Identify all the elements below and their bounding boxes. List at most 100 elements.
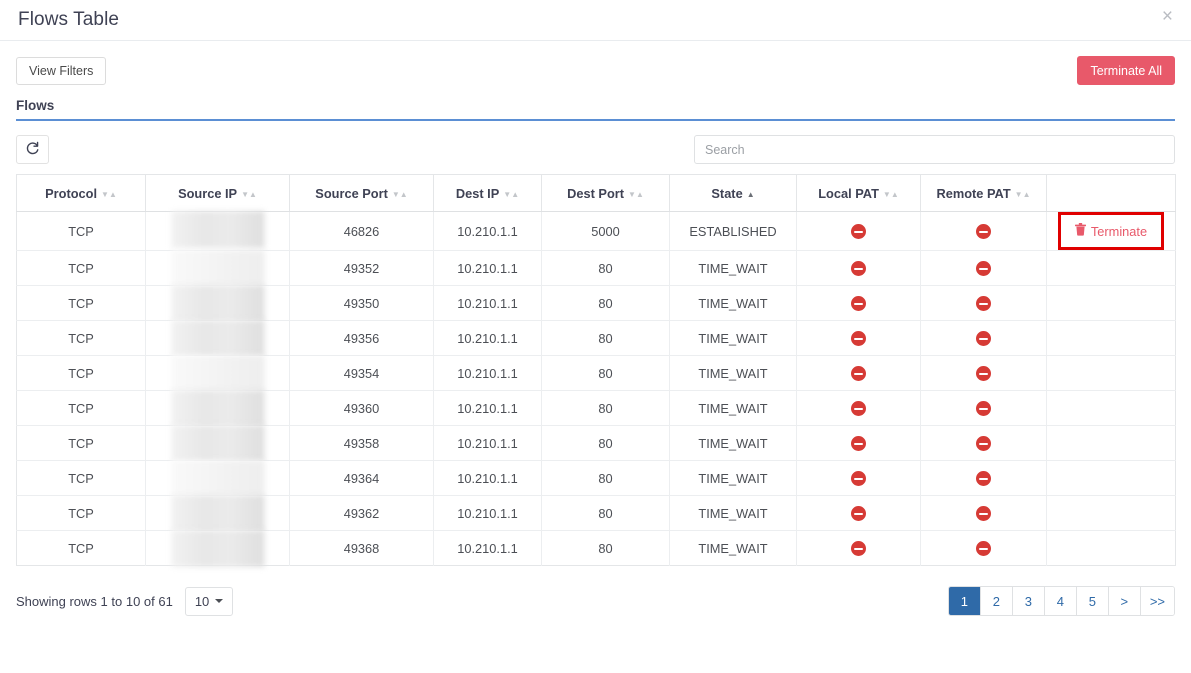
page-button-5[interactable]: 5 bbox=[1076, 587, 1109, 615]
cell-state: TIME_WAIT bbox=[669, 425, 797, 461]
cell-dest-port: 80 bbox=[541, 355, 670, 391]
cell-dest-port: 80 bbox=[541, 425, 670, 461]
trash-icon bbox=[1074, 223, 1086, 239]
column-header-label: State bbox=[711, 185, 743, 201]
cell-local-pat bbox=[796, 425, 921, 461]
cell-source-ip-redacted bbox=[145, 250, 290, 287]
column-header-protocol[interactable]: Protocol ▼▲ bbox=[16, 174, 146, 212]
cell-action bbox=[1046, 425, 1176, 461]
cell-protocol: TCP bbox=[16, 530, 146, 566]
ban-icon bbox=[851, 401, 866, 417]
column-header-dest-ip[interactable]: Dest IP ▼▲ bbox=[433, 174, 542, 212]
cell-local-pat bbox=[796, 390, 921, 426]
modal-body: View Filters Terminate All Flows Search … bbox=[0, 41, 1191, 616]
column-header-state[interactable]: State ▲ bbox=[669, 174, 797, 212]
table-row[interactable]: TCP 49350 10.210.1.1 80 TIME_WAIT bbox=[16, 285, 1176, 322]
cell-protocol: TCP bbox=[16, 211, 146, 251]
redaction-blur bbox=[171, 530, 264, 567]
cell-local-pat bbox=[796, 250, 921, 286]
cell-local-pat bbox=[796, 530, 921, 566]
sort-indicator-active: ▲ bbox=[746, 189, 755, 199]
column-header-label: Protocol bbox=[45, 185, 98, 201]
view-filters-button[interactable]: View Filters bbox=[16, 57, 107, 85]
redaction-blur bbox=[171, 460, 264, 497]
search-input[interactable] bbox=[694, 135, 1175, 164]
column-header-dest-port[interactable]: Dest Port ▼▲ bbox=[541, 174, 670, 212]
cell-protocol: TCP bbox=[16, 390, 146, 426]
cell-action bbox=[1046, 390, 1176, 426]
sort-indicator: ▼▲ bbox=[241, 189, 257, 199]
page-button-4[interactable]: 4 bbox=[1044, 587, 1077, 615]
cell-dest-port: 80 bbox=[541, 390, 670, 426]
cell-source-ip-redacted bbox=[145, 390, 290, 427]
column-header-remote-pat[interactable]: Remote PAT ▼▲ bbox=[920, 174, 1047, 212]
cell-action bbox=[1046, 355, 1176, 391]
cell-dest-ip: 10.210.1.1 bbox=[433, 250, 542, 286]
refresh-icon bbox=[25, 141, 40, 159]
cell-remote-pat bbox=[920, 390, 1047, 426]
cell-state: TIME_WAIT bbox=[669, 250, 797, 286]
page-button-nextnext[interactable]: >> bbox=[1140, 587, 1174, 615]
cell-dest-ip: 10.210.1.1 bbox=[433, 390, 542, 426]
cell-state: TIME_WAIT bbox=[669, 320, 797, 356]
column-header-local-pat[interactable]: Local PAT ▼▲ bbox=[796, 174, 921, 212]
table-row[interactable]: TCP 49354 10.210.1.1 80 TIME_WAIT bbox=[16, 355, 1176, 392]
cell-dest-ip: 10.210.1.1 bbox=[433, 320, 542, 356]
ban-icon bbox=[976, 541, 991, 557]
column-header-label: Source IP bbox=[178, 185, 238, 201]
cell-source-ip-redacted bbox=[145, 460, 290, 497]
column-header-label: Remote PAT bbox=[936, 185, 1011, 201]
cell-dest-ip: 10.210.1.1 bbox=[433, 355, 542, 391]
page-button-3[interactable]: 3 bbox=[1012, 587, 1045, 615]
terminate-row-button[interactable]: Terminate bbox=[1074, 223, 1147, 239]
cell-source-port: 49354 bbox=[289, 355, 434, 391]
table-row[interactable]: TCP 49352 10.210.1.1 80 TIME_WAIT bbox=[16, 250, 1176, 287]
ban-icon bbox=[976, 366, 991, 382]
cell-action bbox=[1046, 285, 1176, 321]
cell-dest-port: 80 bbox=[541, 250, 670, 286]
redaction-blur bbox=[171, 425, 264, 462]
table-row[interactable]: TCP 49368 10.210.1.1 80 TIME_WAIT bbox=[16, 530, 1176, 567]
ban-icon bbox=[851, 224, 866, 240]
redaction-blur bbox=[171, 285, 264, 322]
close-icon[interactable]: × bbox=[1158, 5, 1177, 28]
terminate-all-button[interactable]: Terminate All bbox=[1077, 56, 1175, 85]
table-row[interactable]: TCP 49360 10.210.1.1 80 TIME_WAIT bbox=[16, 390, 1176, 427]
ban-icon bbox=[851, 366, 866, 382]
cell-action bbox=[1046, 460, 1176, 496]
table-row[interactable]: TCP 49364 10.210.1.1 80 TIME_WAIT bbox=[16, 460, 1176, 497]
tab-flows[interactable]: Flows bbox=[16, 98, 54, 119]
cell-remote-pat bbox=[920, 355, 1047, 391]
redaction-blur bbox=[171, 355, 264, 392]
redaction-blur bbox=[171, 320, 264, 357]
table-row[interactable]: TCP 49358 10.210.1.1 80 TIME_WAIT bbox=[16, 425, 1176, 462]
cell-source-port: 49352 bbox=[289, 250, 434, 286]
ban-icon bbox=[851, 506, 866, 522]
page-size-value: 10 bbox=[194, 593, 210, 609]
column-header-source-port[interactable]: Source Port ▼▲ bbox=[289, 174, 434, 212]
page-size-select[interactable]: 10 bbox=[184, 586, 234, 616]
page-button-1[interactable]: 1 bbox=[948, 587, 981, 615]
column-header-source-ip[interactable]: Source IP ▼▲ bbox=[145, 174, 290, 212]
cell-source-port: 49368 bbox=[289, 530, 434, 566]
ban-icon bbox=[976, 506, 991, 522]
sort-indicator: ▼▲ bbox=[391, 189, 408, 199]
cell-source-port: 49358 bbox=[289, 425, 434, 461]
table-row[interactable]: TCP 49362 10.210.1.1 80 TIME_WAIT bbox=[16, 495, 1176, 532]
cell-source-port: 49364 bbox=[289, 460, 434, 496]
column-header-label: Source Port bbox=[315, 185, 388, 201]
cell-local-pat bbox=[796, 285, 921, 321]
ban-icon bbox=[976, 436, 991, 452]
cell-action: Terminate bbox=[1046, 211, 1176, 251]
page-button-next[interactable]: > bbox=[1108, 587, 1141, 615]
cell-action bbox=[1046, 320, 1176, 356]
table-row[interactable]: TCP 49356 10.210.1.1 80 TIME_WAIT bbox=[16, 320, 1176, 357]
page-button-2[interactable]: 2 bbox=[980, 587, 1013, 615]
tab-strip: Flows bbox=[16, 97, 1175, 121]
refresh-button[interactable] bbox=[16, 135, 49, 164]
cell-protocol: TCP bbox=[16, 355, 146, 391]
table-row[interactable]: TCP 46826 10.210.1.1 5000 ESTABLISHED Termina… bbox=[16, 211, 1176, 251]
cell-local-pat bbox=[796, 355, 921, 391]
sort-indicator: ▼▲ bbox=[1014, 189, 1031, 199]
sort-indicator: ▼▲ bbox=[628, 189, 644, 199]
